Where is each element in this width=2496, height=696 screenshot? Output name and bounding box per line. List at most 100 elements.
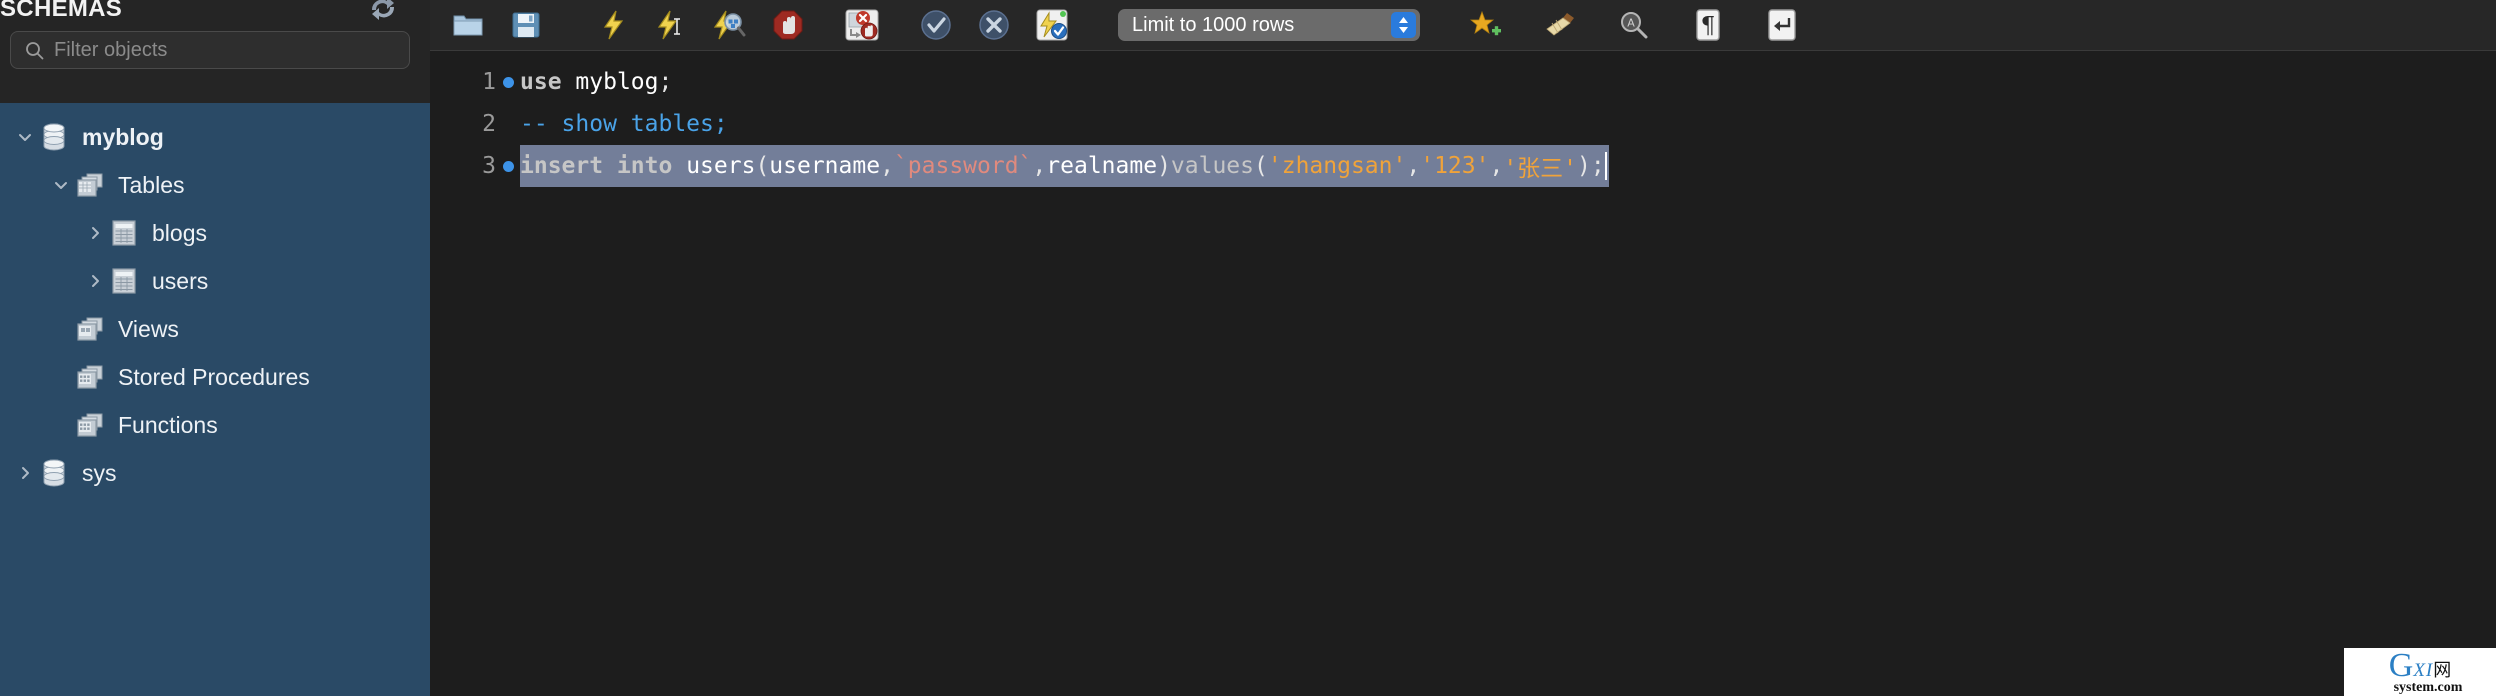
toggle-word-wrap-button[interactable] bbox=[1760, 5, 1804, 45]
code-token-string: 'zhangsan' bbox=[1267, 153, 1407, 179]
code-token-ident: realname bbox=[1046, 153, 1158, 179]
watermark-g: G bbox=[2388, 647, 2414, 684]
toggle-stop-on-error-button[interactable] bbox=[840, 5, 884, 45]
code-token-punc: , bbox=[880, 153, 894, 179]
main-panel: Limit to 1000 rows A ¶ 1 2 3 use myblog … bbox=[430, 0, 2496, 696]
code-token-func: values bbox=[1170, 153, 1255, 179]
tree-item-label: myblog bbox=[82, 123, 164, 150]
line-number: 3 bbox=[482, 153, 496, 179]
watermark-domain: system.com bbox=[2393, 680, 2463, 695]
tree-item-functions[interactable]: Functions bbox=[0, 401, 430, 449]
code-token-punc: ; bbox=[658, 69, 673, 95]
code-token-punc: ; bbox=[1590, 153, 1605, 179]
row-limit-label: Limit to 1000 rows bbox=[1132, 13, 1295, 36]
code-token-backtick: `password` bbox=[893, 153, 1033, 179]
code-line[interactable]: insert into users(username, `password`, re… bbox=[520, 145, 1609, 187]
code-token-string: '123' bbox=[1420, 153, 1490, 179]
search-icon bbox=[25, 41, 44, 60]
tree-item-label: Functions bbox=[118, 411, 218, 438]
tree-item-label: users bbox=[152, 267, 209, 294]
views-icon bbox=[74, 315, 106, 343]
tree-item-label: Stored Procedures bbox=[118, 363, 310, 390]
page-title: SCHEMAS bbox=[0, 0, 123, 22]
table-icon bbox=[108, 219, 140, 247]
tree-item-blogs[interactable]: blogs bbox=[0, 209, 430, 257]
tree-item-tables[interactable]: Tables bbox=[0, 161, 430, 209]
mysql-workbench-window: SCHEMAS myblog Tables blogs users Views Store… bbox=[0, 0, 2496, 696]
code-token-punc: , bbox=[1032, 153, 1047, 179]
tree-item-label: Tables bbox=[118, 171, 185, 198]
schemas-sidebar: SCHEMAS myblog Tables blogs users Views Store… bbox=[0, 0, 430, 696]
tree-item-views[interactable]: Views bbox=[0, 305, 430, 353]
code-token-ident: myblog bbox=[575, 69, 659, 95]
tree-item-label: sys bbox=[82, 459, 117, 486]
execute-statement-button[interactable] bbox=[592, 5, 636, 45]
explain-statement-button[interactable] bbox=[708, 5, 752, 45]
chevron-right-icon[interactable] bbox=[12, 465, 38, 481]
code-token-keyword: insert into bbox=[520, 153, 673, 179]
chevron-right-icon[interactable] bbox=[82, 273, 108, 289]
watermark: G XI 网 system.com bbox=[2344, 648, 2496, 696]
code-token-ident: users bbox=[686, 153, 756, 179]
tree-item-myblog[interactable]: myblog bbox=[0, 113, 430, 161]
search-input[interactable] bbox=[54, 38, 374, 62]
find-button[interactable]: A bbox=[1612, 5, 1656, 45]
code-line[interactable]: use myblog; bbox=[520, 61, 2496, 103]
database-icon bbox=[38, 123, 70, 151]
code-token-keyword: use bbox=[520, 69, 562, 95]
code-token-punc: ) bbox=[1157, 153, 1171, 179]
watermark-xi: XI bbox=[2413, 660, 2434, 681]
line-number: 1 bbox=[482, 69, 496, 95]
toggle-autocommit-button[interactable] bbox=[1030, 5, 1074, 45]
tree-item-users[interactable]: users bbox=[0, 257, 430, 305]
code-token-punc: ( bbox=[755, 153, 770, 179]
rollback-button[interactable] bbox=[972, 5, 1016, 45]
statement-marker-dot bbox=[496, 76, 520, 88]
tree-item-label: Views bbox=[118, 315, 179, 342]
watermark-cn: 网 bbox=[2433, 660, 2452, 681]
stop-button[interactable] bbox=[766, 5, 810, 45]
code-token-string: '张三' bbox=[1503, 156, 1578, 182]
new-snippet-button[interactable] bbox=[1464, 5, 1508, 45]
table-icon bbox=[108, 267, 140, 295]
code-token-punc: ) bbox=[1577, 153, 1591, 179]
schema-tree: myblog Tables blogs users Views Stored Proced… bbox=[0, 103, 430, 696]
stored-procedures-icon bbox=[74, 363, 106, 391]
commit-button[interactable] bbox=[914, 5, 958, 45]
sql-editor[interactable]: 1 2 3 use myblog; -- show tables; insert int… bbox=[430, 51, 2496, 696]
gutter-row: 3 bbox=[430, 145, 520, 187]
gutter-row: 1 bbox=[430, 61, 520, 103]
code-token-punc: , bbox=[1406, 153, 1421, 179]
tree-item-stored-procedures[interactable]: Stored Procedures bbox=[0, 353, 430, 401]
svg-text:¶: ¶ bbox=[1701, 13, 1716, 39]
tree-item-sys[interactable]: sys bbox=[0, 449, 430, 497]
beautify-query-button[interactable] bbox=[1538, 5, 1582, 45]
code-token-punc: ( bbox=[1254, 153, 1268, 179]
sql-editor-toolbar: Limit to 1000 rows A ¶ bbox=[430, 0, 2496, 51]
tables-icon bbox=[74, 171, 106, 199]
chevron-right-icon[interactable] bbox=[82, 225, 108, 241]
save-script-button[interactable] bbox=[504, 5, 548, 45]
code-token-ident: username bbox=[769, 153, 881, 179]
refresh-arrows-icon[interactable] bbox=[368, 0, 398, 22]
open-sql-script-button[interactable] bbox=[446, 5, 490, 45]
svg-text:A: A bbox=[1627, 17, 1635, 30]
code-area[interactable]: use myblog; -- show tables; insert into us… bbox=[520, 51, 2496, 696]
toggle-invisible-characters-button[interactable]: ¶ bbox=[1686, 5, 1730, 45]
sidebar-header: SCHEMAS bbox=[0, 0, 430, 103]
code-token-punc: , bbox=[1489, 153, 1504, 179]
code-line[interactable]: -- show tables; bbox=[520, 103, 2496, 145]
gutter-row: 2 bbox=[430, 103, 520, 145]
database-icon bbox=[38, 459, 70, 487]
line-number: 2 bbox=[482, 111, 496, 137]
statement-marker-dot bbox=[496, 160, 520, 172]
chevron-down-icon[interactable] bbox=[48, 177, 74, 193]
functions-icon bbox=[74, 411, 106, 439]
chevron-down-icon[interactable] bbox=[12, 129, 38, 145]
filter-objects-box[interactable] bbox=[10, 31, 410, 69]
execute-current-statement-button[interactable] bbox=[650, 5, 694, 45]
chevron-updown-icon[interactable] bbox=[1391, 12, 1416, 38]
row-limit-select[interactable]: Limit to 1000 rows bbox=[1118, 9, 1420, 41]
